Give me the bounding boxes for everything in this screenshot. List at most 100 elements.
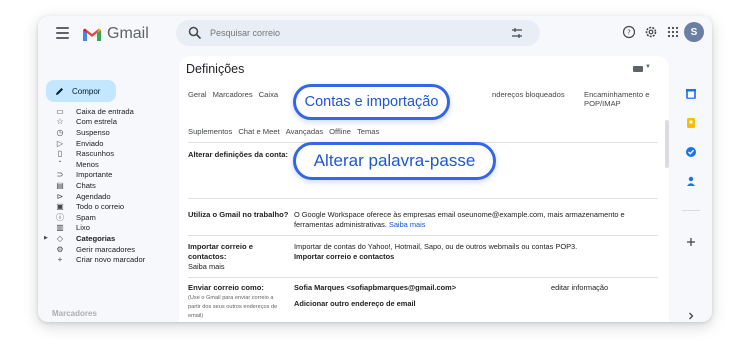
sidebar-item-label: Caixa de entrada [76,106,134,116]
sidebar-item-label: Gerir marcadores [76,244,136,254]
tab-suplementos[interactable]: Suplementos [188,127,232,136]
sidebar-item-criar-novo-marcador[interactable]: + Criar novo marcador [38,254,178,265]
import-label: Importar correio e [188,242,253,251]
import-learn-more-link[interactable]: Saiba mais [188,262,225,272]
settings-tabs-row-2: Suplementos Chat e Meet Avançadas Offlin… [188,127,379,136]
sidebar-item-label: Chats [76,180,96,190]
change-password-callout[interactable]: Alterar palavra-passe [293,142,496,180]
page-title: Definições [186,62,245,76]
sidebar-item-menos[interactable]: ˆ Menos [38,159,178,170]
sidebar-item-label: Todo o correio [76,202,125,212]
plus-icon[interactable] [685,236,697,248]
tab-marcadores[interactable]: Marcadores [213,90,253,99]
tab-offline[interactable]: Offline [329,127,351,136]
divider [188,235,658,236]
sidebar-item-label: Spam [76,212,96,222]
settings-gear-icon[interactable] [644,25,658,39]
add-email-address-link[interactable]: Adicionar outro endereço de email [294,299,416,309]
trash-icon: ▥ [56,223,64,233]
send-as-address: Sofia Marques <sofiapbmarques@gmail.com> [294,283,457,292]
expand-arrow-icon[interactable]: ▶ [44,235,48,241]
send-icon: ▷ [56,138,64,148]
label-icon: ◇ [56,233,64,243]
sidebar-item-label: Rascunhos [76,149,114,159]
sidebar-item-label: Menos [76,159,99,169]
tasks-icon[interactable] [685,146,697,158]
draft-icon: ▯ [57,149,63,159]
divider [188,277,658,278]
calendar-icon[interactable] [685,88,697,100]
pencil-icon [56,87,63,95]
tab-avancadas[interactable]: Avançadas [286,127,323,136]
app-name: Gmail [107,25,149,42]
sidebar-item-agendado[interactable]: ⊳ Agendado [38,191,178,202]
side-panel [670,56,712,322]
sidebar-item-gerir-marcadores[interactable]: ⚙ Gerir marcadores [38,244,178,255]
sidebar-item-label: Agendado [76,191,111,201]
sidebar-item-suspenso[interactable]: ◷ Suspenso [38,127,178,138]
contacts-icon[interactable] [685,175,697,187]
chevron-up-icon: ˆ [58,159,62,169]
sidebar-item-label: Suspenso [76,127,110,137]
star-icon: ☆ [56,117,64,127]
scheduled-icon: ⊳ [56,191,64,201]
search-bar[interactable] [176,20,540,46]
workspace-description-text: ferramentas administrativas. [294,220,387,229]
sidebar-item-chats[interactable]: ▤ Chats [38,180,178,191]
workspace-label: Utiliza o Gmail no trabalho? [188,210,289,219]
import-description: Importar de contas do Yahoo!, Hotmail, S… [294,242,578,251]
scrollbar[interactable] [665,120,669,168]
send-as-hint-1: (Use o Gmail para enviar correio a [188,295,274,301]
edit-info-link[interactable]: editar informação [551,283,608,293]
workspace-learn-more-link[interactable]: Saiba mais [389,220,426,229]
sidebar-item-importante[interactable]: ⊃ Importante [38,170,178,181]
clock-icon: ◷ [56,127,64,137]
sidebar-item-rascunhos[interactable]: ▯ Rascunhos [38,148,178,159]
tab-geral[interactable]: Geral [188,90,207,99]
plus-icon: + [57,255,63,265]
accounts-import-tab-callout[interactable]: Contas e importação [293,84,450,120]
sidebar-item-com-estrela[interactable]: ☆ Com estrela [38,117,178,128]
search-options-icon[interactable] [510,26,524,40]
main-menu-icon[interactable] [52,24,72,44]
send-as-hint-3: email) [188,313,204,319]
keyboard-icon[interactable] [633,66,643,72]
sidebar-item-lixo[interactable]: ▥ Lixo [38,223,178,234]
send-as-label: Enviar correio como: [188,283,264,292]
spam-icon: ⓘ [56,212,64,222]
send-as-hint-2: partir dos seus outros endereços de [188,304,278,310]
sidebar-item-enviado[interactable]: ▷ Enviado [38,138,178,149]
apps-grid-icon[interactable] [666,25,680,39]
tab-temas[interactable]: Temas [357,127,379,136]
tab-enderecos-bloqueados[interactable]: ndereços bloqueados [492,90,565,99]
tab-chat-meet[interactable]: Chat e Meet [238,127,279,136]
sidebar-item-label: Com estrela [76,117,117,127]
compose-button[interactable]: Compor [46,80,116,102]
chevron-right-icon[interactable] [685,310,697,322]
account-avatar[interactable]: S [684,22,704,42]
chevron-down-icon[interactable]: ▼ [645,64,651,70]
important-icon: ⊃ [56,170,64,180]
tab-encaminhamento[interactable]: Encaminhamento e POP/IMAP [584,90,669,108]
keep-icon[interactable] [685,117,697,129]
gmail-m-icon [83,28,101,41]
inbox-icon: ▭ [56,106,64,116]
sidebar-item-categorias[interactable]: ▶ ◇ Categorias [38,233,178,244]
search-input[interactable] [210,28,500,38]
sidebar-item-label: Criar novo marcador [76,255,146,265]
sidebar-item-spam[interactable]: ⓘ Spam [38,212,178,223]
compose-label: Compor [72,86,101,96]
tab-caixa[interactable]: Caixa [259,90,278,99]
gear-icon: ⚙ [56,244,64,254]
gmail-logo[interactable]: Gmail [82,22,149,46]
sidebar-item-caixa-de-entrada[interactable]: ▭ Caixa de entrada [38,106,178,117]
sidebar-item-todo-o-correio[interactable]: ▣ Todo o correio [38,201,178,212]
divider [188,198,658,199]
svg-text:?: ? [627,29,631,37]
import-mail-contacts-link[interactable]: Importar correio e contactos [294,252,394,262]
sidebar-item-label: Lixo [76,223,90,233]
help-icon[interactable]: ? [622,25,636,39]
change-account-label: Alterar definições da conta: [188,150,289,159]
search-icon[interactable] [188,26,202,40]
sidebar-overflow-fade: Marcadores [52,309,97,318]
